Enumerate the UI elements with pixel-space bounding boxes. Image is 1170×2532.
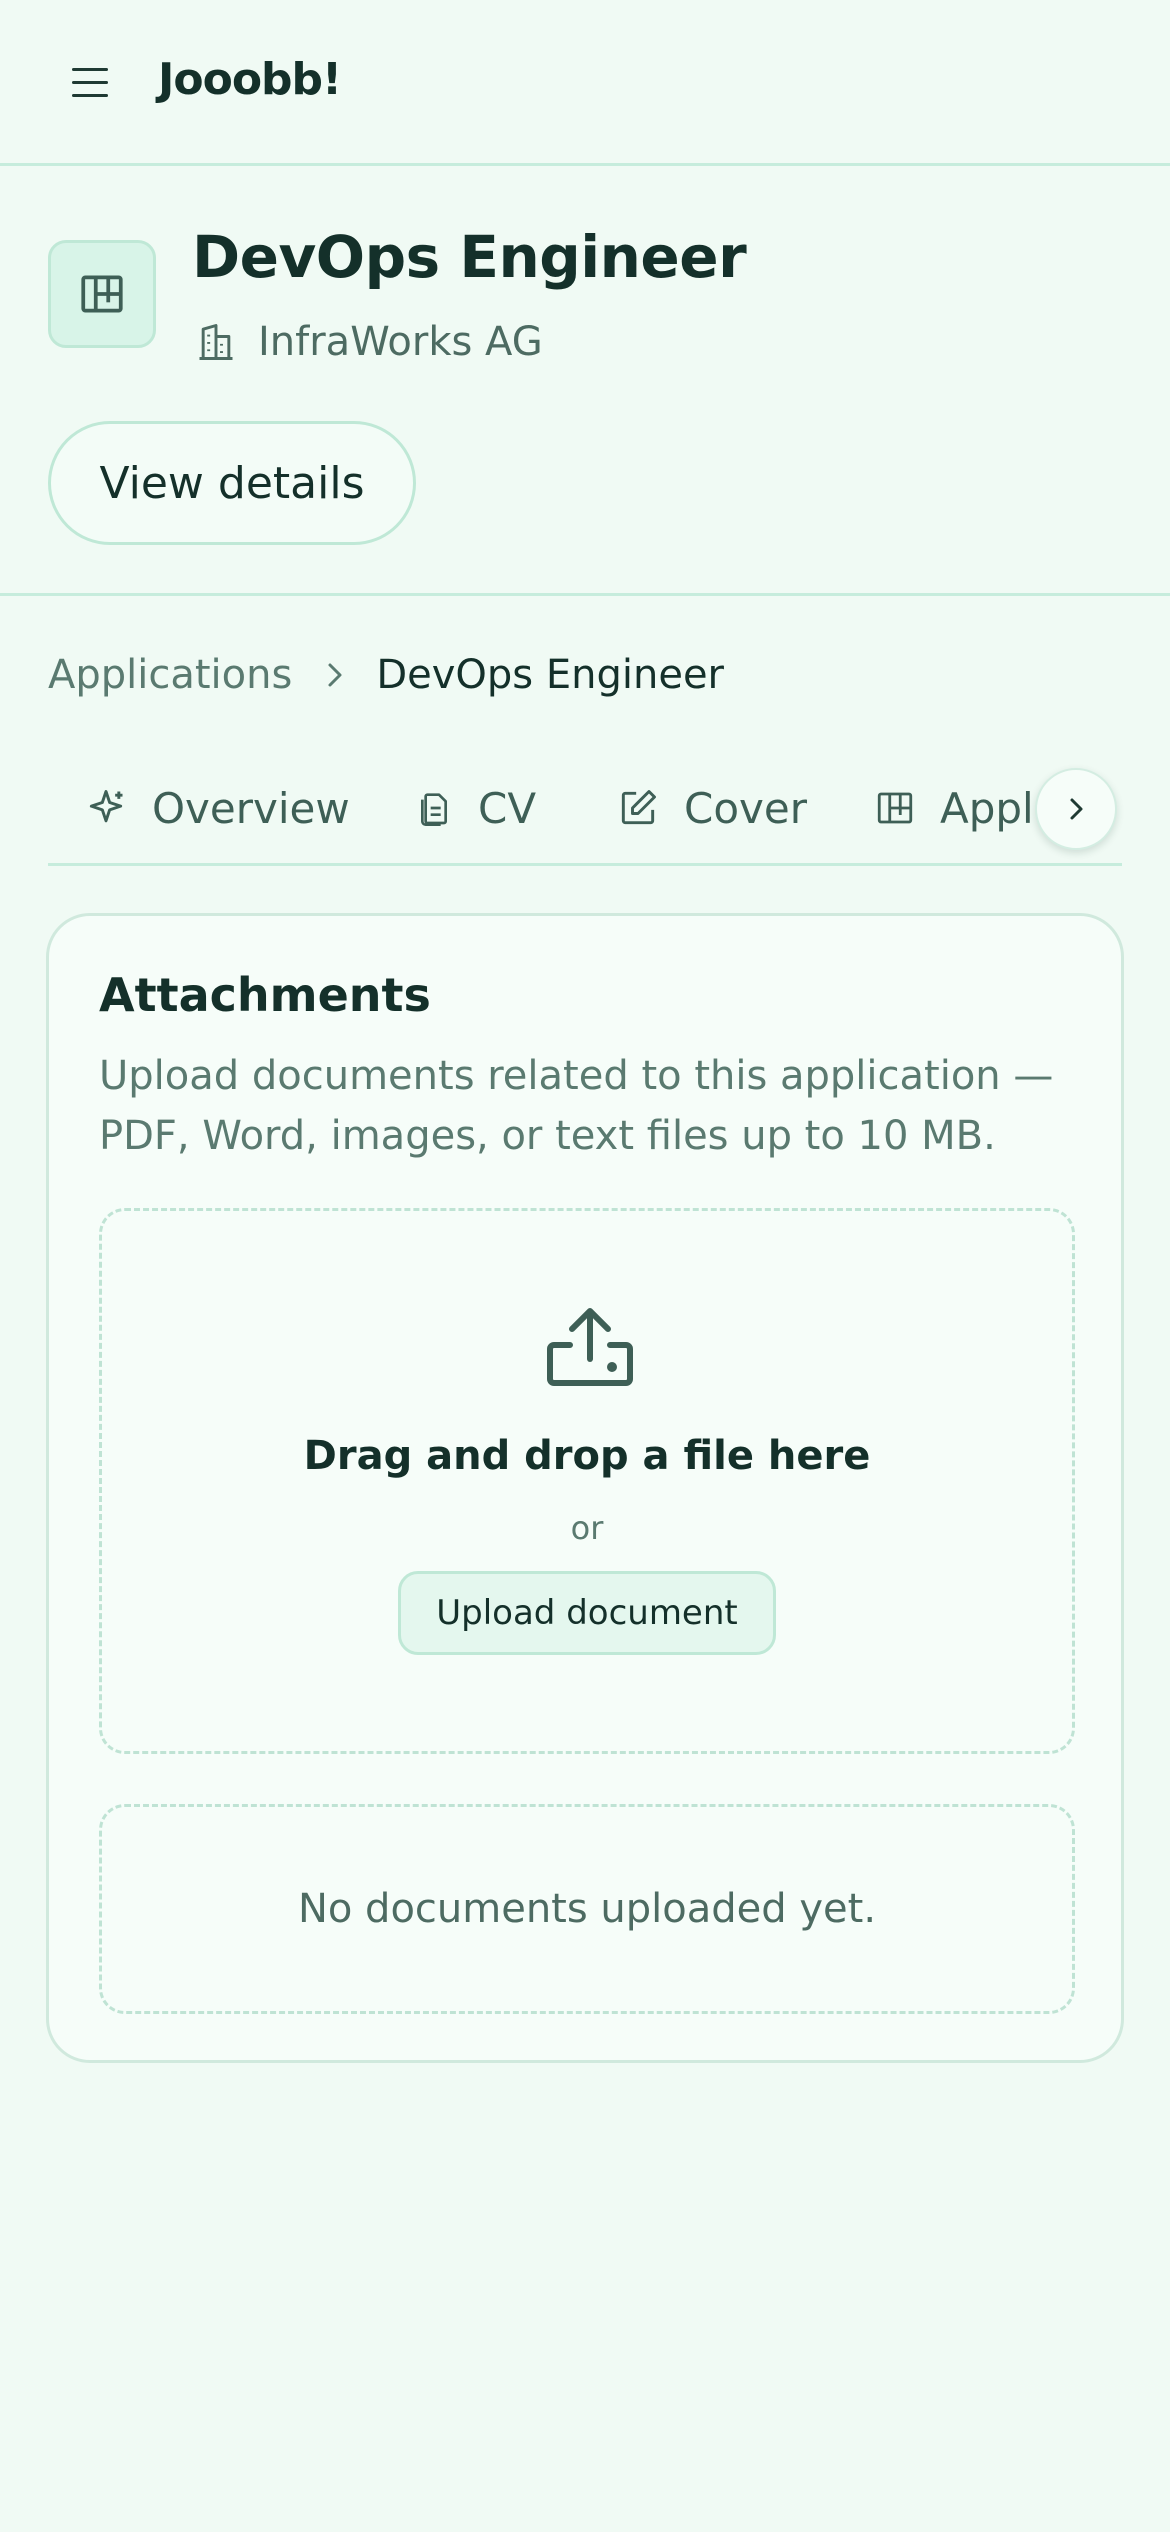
dropzone-or: or <box>570 1509 604 1547</box>
documents-empty-state: No documents uploaded yet. <box>99 1804 1075 2014</box>
layout-board-icon <box>81 275 123 313</box>
attachments-title: Attachments <box>99 968 431 1022</box>
chevron-right-icon <box>1070 798 1083 820</box>
empty-message: No documents uploaded yet. <box>297 1886 877 1932</box>
tab-label: Cover <box>684 783 807 833</box>
attachments-card: Attachments Upload documents related to … <box>46 913 1124 2063</box>
tab-application[interactable]: Appl <box>874 778 1034 838</box>
breadcrumb-current: DevOps Engineer <box>376 652 724 698</box>
job-title: DevOps Engineer <box>192 223 747 291</box>
sparkle-icon <box>89 790 123 823</box>
edit-icon <box>621 790 656 825</box>
tab-label: Overview <box>152 783 350 833</box>
file-dropzone[interactable]: Drag and drop a file here or Upload docu… <box>99 1208 1075 1754</box>
tab-cv[interactable]: CV <box>414 778 536 838</box>
chevron-right-icon <box>324 660 346 690</box>
files-icon <box>421 793 447 826</box>
job-icon <box>48 240 156 348</box>
company-row: InfraWorks AG <box>194 317 543 367</box>
tab-bar: Overview CV Cover Appl <box>48 760 1122 866</box>
top-bar: Jooobb! <box>0 0 1170 166</box>
job-header: DevOps Engineer InfraWorks AG View detai… <box>0 169 1170 596</box>
tab-overview[interactable]: Overview <box>84 778 350 838</box>
upload-icon <box>547 1308 633 1386</box>
building-icon <box>199 324 233 360</box>
tab-label: CV <box>478 783 537 833</box>
tab-label: Appl <box>940 783 1034 833</box>
layout-board-icon <box>877 792 913 824</box>
upload-document-button[interactable]: Upload document <box>398 1571 776 1655</box>
attachments-description: Upload documents related to this applica… <box>99 1053 1054 1159</box>
dropzone-title: Drag and drop a file here <box>303 1433 871 1479</box>
app-brand[interactable]: Jooobb! <box>158 54 342 105</box>
tabs-scroll-right-button[interactable] <box>1035 768 1117 850</box>
tab-cover[interactable]: Cover <box>616 778 807 838</box>
breadcrumb: Applications DevOps Engineer <box>48 645 724 705</box>
hamburger-menu-icon[interactable] <box>70 68 110 98</box>
company-name: InfraWorks AG <box>258 319 543 365</box>
breadcrumb-applications-link[interactable]: Applications <box>48 652 292 698</box>
view-details-button[interactable]: View details <box>48 421 416 545</box>
